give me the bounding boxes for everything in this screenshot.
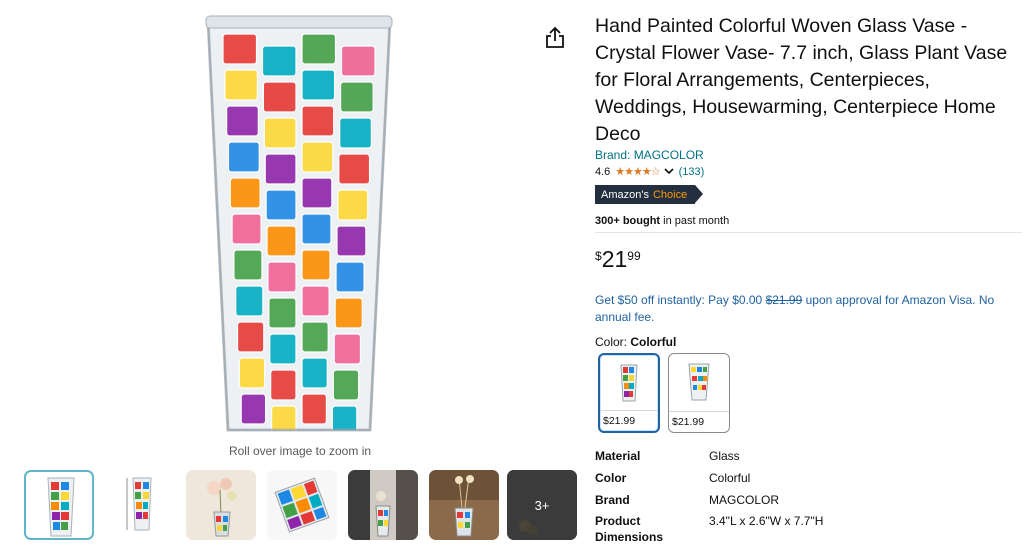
- thumbnail-6[interactable]: [429, 470, 499, 540]
- swatch-price: $21.99: [600, 410, 658, 431]
- glass-tile: [301, 105, 335, 137]
- color-option-2[interactable]: $21.99: [668, 353, 730, 433]
- glass-tile: [301, 285, 330, 317]
- glass-tile: [267, 261, 297, 293]
- visa-promo-link[interactable]: Get $50 off instantly: Pay $0.00 $21.99 …: [595, 292, 1015, 326]
- glass-tile: [301, 141, 334, 173]
- glass-tile: [332, 369, 360, 401]
- glass-tile: [240, 393, 267, 425]
- thumbnail-more[interactable]: 3+: [507, 470, 577, 540]
- color-option-colorful[interactable]: $21.99: [598, 353, 660, 433]
- rating-value: 4.6: [595, 165, 611, 178]
- glass-tile: [339, 81, 374, 113]
- promo-strike-price: $21.99: [765, 293, 803, 307]
- glass-tile: [229, 177, 261, 209]
- thumbnail-5[interactable]: [348, 470, 418, 540]
- share-icon[interactable]: [544, 26, 566, 50]
- glass-tile: [301, 177, 333, 209]
- amazons-choice-badge: Amazon's Choice: [595, 185, 704, 204]
- glass-tile: [301, 33, 337, 65]
- glass-tile: [301, 393, 328, 425]
- glass-tile: [340, 45, 376, 77]
- spec-key: Product Dimensions: [595, 514, 664, 544]
- star-rating-icon[interactable]: ★★★★☆: [615, 165, 660, 178]
- spec-key: Material: [595, 449, 641, 463]
- bought-in-past-month: 300+ bought in past month: [595, 215, 729, 227]
- glass-tile: [338, 153, 371, 185]
- glass-tile: [231, 213, 262, 245]
- glass-tile: [333, 333, 362, 365]
- thumbnail-lifestyle-image: [348, 470, 418, 540]
- glass-tile: [236, 321, 265, 353]
- glass-tile: [262, 81, 297, 113]
- glass-tile: [222, 33, 258, 65]
- promo-text-before: Get $50 off instantly: Pay $0.00: [595, 293, 766, 307]
- chevron-down-icon[interactable]: [664, 166, 674, 178]
- glass-tile: [301, 357, 328, 389]
- glass-tile: [226, 105, 259, 137]
- spec-value: Glass: [709, 449, 740, 463]
- glass-tile: [301, 213, 332, 245]
- swatch-price: $21.99: [669, 411, 729, 432]
- glass-tile: [301, 69, 336, 101]
- glass-tile: [270, 369, 297, 401]
- badge-choice: Choice: [652, 188, 688, 201]
- badge-prefix: Amazon's: [601, 188, 649, 201]
- thumbnail-flowers-image: [186, 470, 256, 540]
- spec-value: MAGCOLOR: [709, 493, 780, 507]
- glass-tile: [339, 117, 372, 149]
- swatch-image: [688, 363, 710, 401]
- glass-tile: [227, 141, 260, 173]
- glass-tile: [269, 333, 297, 365]
- rating-row: 4.6 ★★★★☆ (133): [595, 165, 705, 179]
- color-label-text: Color:: [595, 335, 631, 349]
- main-product-image[interactable]: [200, 12, 400, 436]
- glass-tile: [263, 117, 297, 149]
- price: $ 21 99: [595, 245, 641, 273]
- vase-image: [205, 15, 393, 432]
- spec-key: Color: [595, 471, 627, 485]
- glass-tile: [266, 225, 297, 257]
- thumbnail-dimensions-image: [105, 470, 175, 540]
- section-divider: [595, 232, 1022, 233]
- glass-tile: [301, 249, 331, 281]
- price-whole: 21: [601, 246, 628, 272]
- thumbnail-dried-flowers-image: [429, 470, 499, 540]
- glass-tile: [334, 297, 363, 329]
- rating-count-link[interactable]: (133): [679, 166, 705, 178]
- color-label: Color: Colorful: [595, 335, 676, 349]
- spec-key: Brand: [595, 493, 630, 507]
- bought-period: in past month: [660, 215, 730, 227]
- thumbnail-2[interactable]: [105, 470, 175, 540]
- glass-tile: [301, 321, 329, 353]
- color-selected-value: Colorful: [630, 335, 677, 349]
- glass-tile: [268, 297, 297, 329]
- glass-tile: [235, 285, 264, 317]
- glass-tile: [336, 225, 367, 257]
- glass-tile: [265, 189, 297, 221]
- brand-link[interactable]: Brand: MAGCOLOR: [595, 148, 704, 162]
- spec-value: Colorful: [709, 471, 751, 485]
- price-symbol: $: [595, 249, 602, 263]
- price-fraction: 99: [627, 249, 641, 263]
- thumbnail-3[interactable]: [186, 470, 256, 540]
- spec-value: 3.4"L x 2.6"W x 7.7"H: [709, 514, 824, 528]
- glass-tile: [335, 261, 365, 293]
- zoom-hint: Roll over image to zoom in: [228, 444, 372, 458]
- more-images-label: 3+: [507, 470, 577, 540]
- thumbnail-1[interactable]: [24, 470, 94, 540]
- thumbnail-vase-image: [47, 477, 75, 537]
- swatch-colorful-image: [620, 364, 638, 402]
- thumbnail-detail-image: [267, 470, 337, 540]
- glass-tile: [264, 153, 297, 185]
- glass-tile: [337, 189, 369, 221]
- bought-count: 300+ bought: [595, 215, 661, 227]
- glass-tile: [233, 249, 263, 281]
- thumbnail-4[interactable]: [267, 470, 337, 540]
- product-title: Hand Painted Colorful Woven Glass Vase -…: [595, 15, 1008, 145]
- glass-tile: [261, 45, 297, 77]
- glass-tile: [224, 69, 259, 101]
- glass-tile: [238, 357, 266, 389]
